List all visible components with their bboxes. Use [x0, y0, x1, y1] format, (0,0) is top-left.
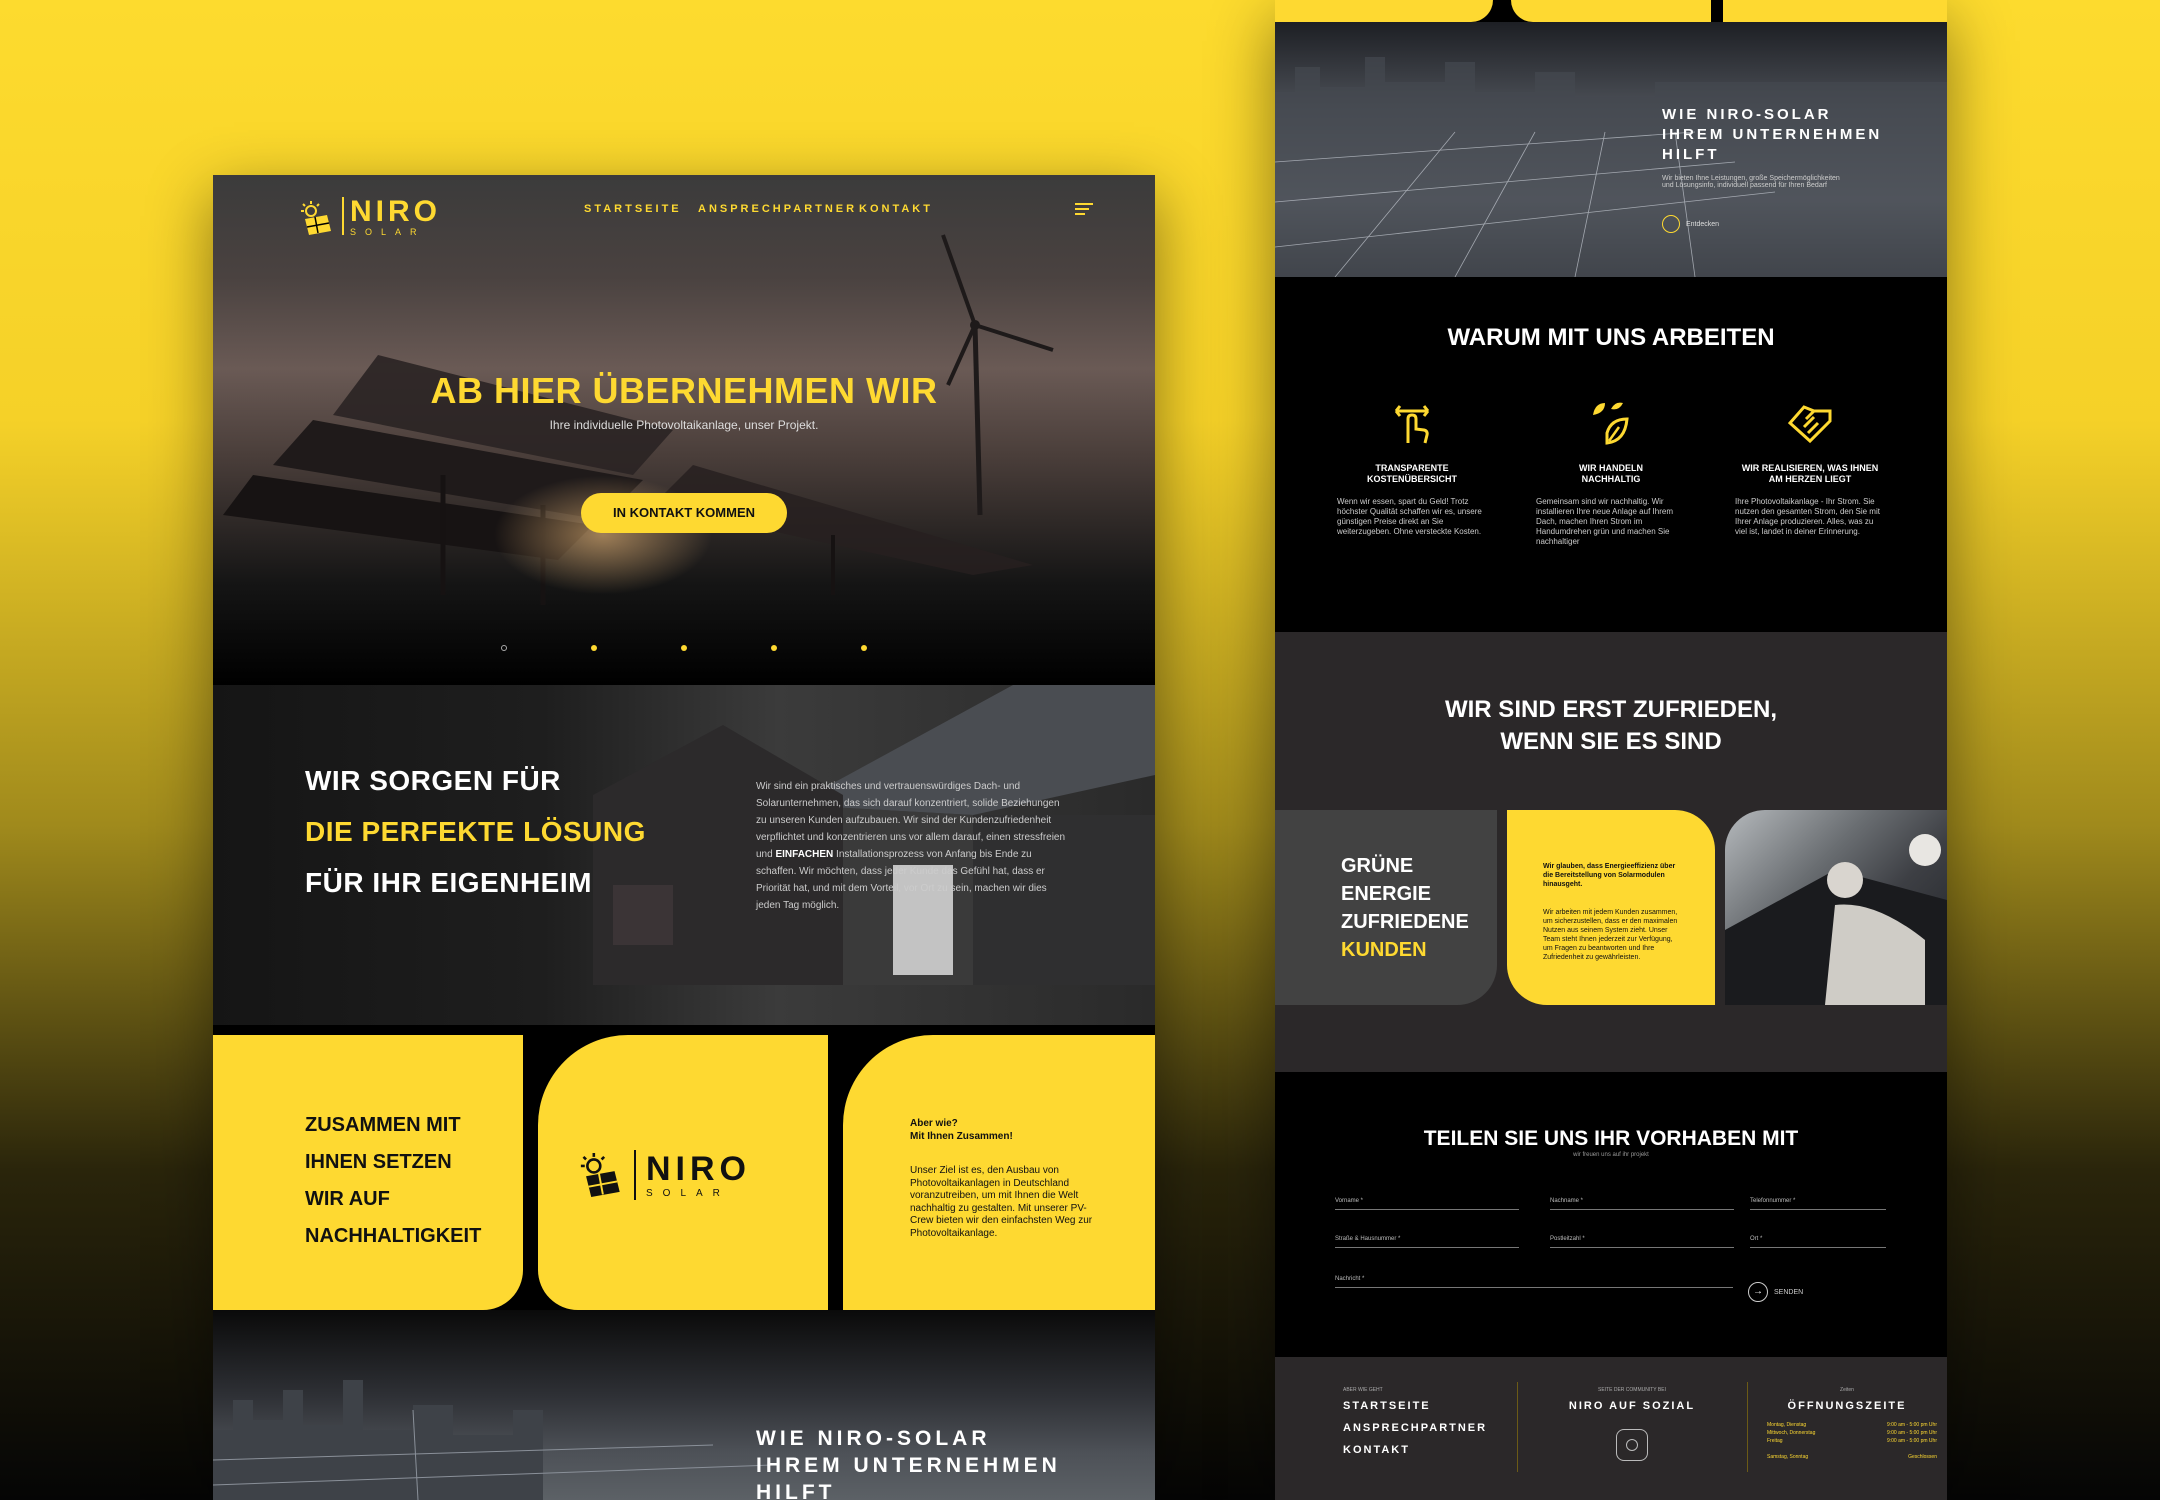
feature-transparency-text: Wenn wir essen, spart du Geld! Trotz höc… [1337, 497, 1482, 536]
nav-ansprechpartner[interactable]: ANSPRECHPARTNER [698, 203, 857, 215]
social-title: NIRO AUF SOZIAL [1568, 1400, 1696, 1412]
card-edge-2 [1511, 0, 1711, 22]
slide-dot-3[interactable] [681, 645, 687, 651]
card-logo-title: NIRO [646, 1150, 751, 1188]
hours-table: Montag, Dienstag 9:00 am - 5:00 pm Uhr Mi… [1767, 1422, 1937, 1460]
discover-link[interactable]: Entdecken [1662, 215, 1719, 233]
feature-transparency: TRANSPARENTE KOSTENÜBERSICHT Wenn wir ess… [1337, 397, 1487, 537]
feature-sustainable-text: Gemeinsam sind wir nachhaltig. Wir insta… [1536, 497, 1673, 546]
zip-field[interactable]: Postleitzahl * [1550, 1236, 1734, 1248]
feature-realize-text: Ihre Photovoltaikanlage - Ihr Strom. Sie… [1735, 497, 1880, 536]
logo-subtitle: SOLAR [350, 227, 426, 237]
hours-title: ÖFFNUNGSZEITE [1787, 1400, 1907, 1412]
sustainability-card: ZUSAMMEN MIT IHNEN SETZEN WIR AUF NACHHA… [213, 1035, 523, 1310]
hero-title: AB HIER ÜBERNEHMEN WIR [430, 370, 938, 411]
footer-link-ansprechpartner[interactable]: ANSPRECHPARTNER [1343, 1417, 1487, 1439]
handshake-icon [1784, 397, 1836, 449]
contact-cta-button[interactable]: IN KONTAKT KOMMEN [581, 493, 787, 533]
feature-sustainable-title: WIR HANDELN NACHHALTIG [1579, 463, 1643, 484]
hero-subtitle: Ihre individuelle Photovoltaikanlage, un… [549, 418, 819, 432]
satisfaction-title: WIR SIND ERST ZUFRIEDEN, WENN SIE ES SIND [1444, 696, 1777, 755]
business-heading: WIE NIRO-SOLAR IHREM UNTERNEHMEN HILFT [1662, 106, 1883, 163]
feature-sustainable: WIR HANDELN NACHHALTIG Gemeinsam sind wir… [1536, 397, 1686, 547]
cards-row: ZUSAMMEN MIT IHNEN SETZEN WIR AUF NACHHA… [213, 1035, 1155, 1310]
workers-image [1725, 834, 1947, 1005]
menu-icon[interactable] [1075, 203, 1093, 215]
contact-form-section: TEILEN SIE UNS IHR VORHABEN MIT wir freu… [1275, 1072, 1947, 1357]
slide-dot-4[interactable] [771, 645, 777, 651]
green-energy-card: GRÜNE ENERGIE ZUFRIEDENE KUNDEN [1275, 810, 1497, 1005]
card-logo-subtitle: SOLAR [646, 1188, 730, 1199]
leaf-icon [1585, 397, 1637, 449]
efficiency-text: Wir arbeiten mit jedem Kunden zusammen, … [1543, 909, 1678, 961]
form-subtitle: wir freuen uns auf ihr projekt [1573, 1152, 1649, 1158]
homepage-desktop: NIRO SOLAR STARTSEITE ANSPRECHPARTNER KO… [213, 175, 1155, 1500]
sun-panel-logo-icon [297, 201, 333, 235]
footer-link-startseite[interactable]: STARTSEITE [1343, 1395, 1487, 1417]
why-title: WARUM MIT UNS ARBEITEN [1447, 324, 1775, 351]
street-field[interactable]: Straße & Hausnummer * [1335, 1236, 1519, 1248]
together-text: Unser Ziel ist es, den Ausbau von Photov… [910, 1165, 1093, 1239]
footer-col1-label: ABER WIE GEHT [1343, 1387, 1383, 1393]
together-question: Aber wie? Mit Ihnen Zusammen! [910, 1118, 1013, 1142]
feature-realize: WIR REALISIEREN, WAS IHNEN AM HERZEN LIEG… [1735, 397, 1885, 537]
nav-kontakt[interactable]: KONTAKT [859, 203, 933, 215]
why-section: WARUM MIT UNS ARBEITEN TRANSPARENTE KOSTE… [1275, 277, 1947, 632]
about-text: Wir sind ein praktisches und vertrauensw… [756, 781, 1066, 911]
efficiency-card: Wir glauben, dass Energieeffizienz über … [1507, 810, 1715, 1005]
card-edge-3 [1723, 0, 1947, 22]
city-field[interactable]: Ort * [1750, 1236, 1886, 1248]
logo-divider [634, 1150, 636, 1200]
footer-col3-label: Zeiten [1840, 1387, 1854, 1393]
slide-dot-1[interactable] [501, 645, 507, 651]
nav-startseite[interactable]: STARTSEITE [584, 203, 682, 215]
arrow-right-icon: → [1748, 1282, 1768, 1302]
workers-photo [1725, 810, 1947, 1005]
sun-panel-logo-icon [575, 1153, 623, 1202]
card-edge-1 [1275, 0, 1493, 22]
about-section: WIR SORGEN FÜR DIE PERFEKTE LÖSUNG FÜR I… [213, 685, 1155, 1025]
efficiency-bold: Wir glauben, dass Energieeffizienz über … [1543, 863, 1676, 888]
green-energy-text: GRÜNE ENERGIE ZUFRIEDENE KUNDEN [1341, 855, 1469, 961]
logo-title[interactable]: NIRO [350, 195, 441, 229]
arrow-down-icon [1662, 215, 1680, 233]
footer-col2-label: SEITE DER COMMUNITY BEI [1598, 1387, 1666, 1393]
slider-dots [213, 645, 1155, 655]
instagram-icon[interactable] [1616, 1429, 1648, 1461]
send-button[interactable]: → SENDEN [1748, 1282, 1803, 1302]
form-title: TEILEN SIE UNS IHR VORHABEN MIT [1423, 1127, 1799, 1150]
footer-link-kontakt[interactable]: KONTAKT [1343, 1439, 1487, 1461]
business-heading: WIE NIRO-SOLAR IHREM UNTERNEHMEN HILFT [756, 1427, 1061, 1500]
top-cards-edge [1275, 0, 1947, 22]
feature-transparency-title: TRANSPARENTE KOSTENÜBERSICHT [1366, 463, 1457, 484]
hand-pointer-icon [1386, 397, 1438, 449]
hero-section: NIRO SOLAR STARTSEITE ANSPRECHPARTNER KO… [213, 175, 1155, 685]
message-field[interactable]: Nachricht * [1335, 1276, 1733, 1288]
footer: ABER WIE GEHT STARTSEITE ANSPRECHPARTNER… [1275, 1357, 1947, 1500]
together-card: Aber wie? Mit Ihnen Zusammen! Unser Ziel… [843, 1035, 1155, 1310]
first-name-field[interactable]: Vorname * [1335, 1198, 1519, 1210]
sustainability-text: ZUSAMMEN MIT IHNEN SETZEN WIR AUF NACHHA… [305, 1114, 482, 1247]
last-name-field[interactable]: Nachname * [1550, 1198, 1734, 1210]
phone-field[interactable]: Telefonnummer * [1750, 1198, 1886, 1210]
feature-realize-title: WIR REALISIEREN, WAS IHNEN AM HERZEN LIEG… [1741, 463, 1879, 484]
logo-card: NIRO SOLAR [538, 1035, 828, 1310]
slide-dot-5[interactable] [861, 645, 867, 651]
about-line-2: DIE PERFEKTE LÖSUNG [305, 816, 646, 847]
satisfaction-section: WIR SIND ERST ZUFRIEDEN, WENN SIE ES SIND… [1275, 632, 1947, 1072]
business-text: Wir bieten Ihne Leistungen, große Speich… [1662, 175, 1840, 189]
slide-dot-2[interactable] [591, 645, 597, 651]
about-line-1: WIR SORGEN FÜR [305, 765, 561, 796]
homepage-continued: WIE NIRO-SOLAR IHREM UNTERNEHMEN HILFT W… [1275, 0, 1947, 1500]
logo-divider [342, 197, 344, 235]
about-line-3: FÜR IHR EIGENHEIM [305, 867, 592, 898]
footer-links: STARTSEITE ANSPRECHPARTNER KONTAKT [1343, 1395, 1487, 1461]
